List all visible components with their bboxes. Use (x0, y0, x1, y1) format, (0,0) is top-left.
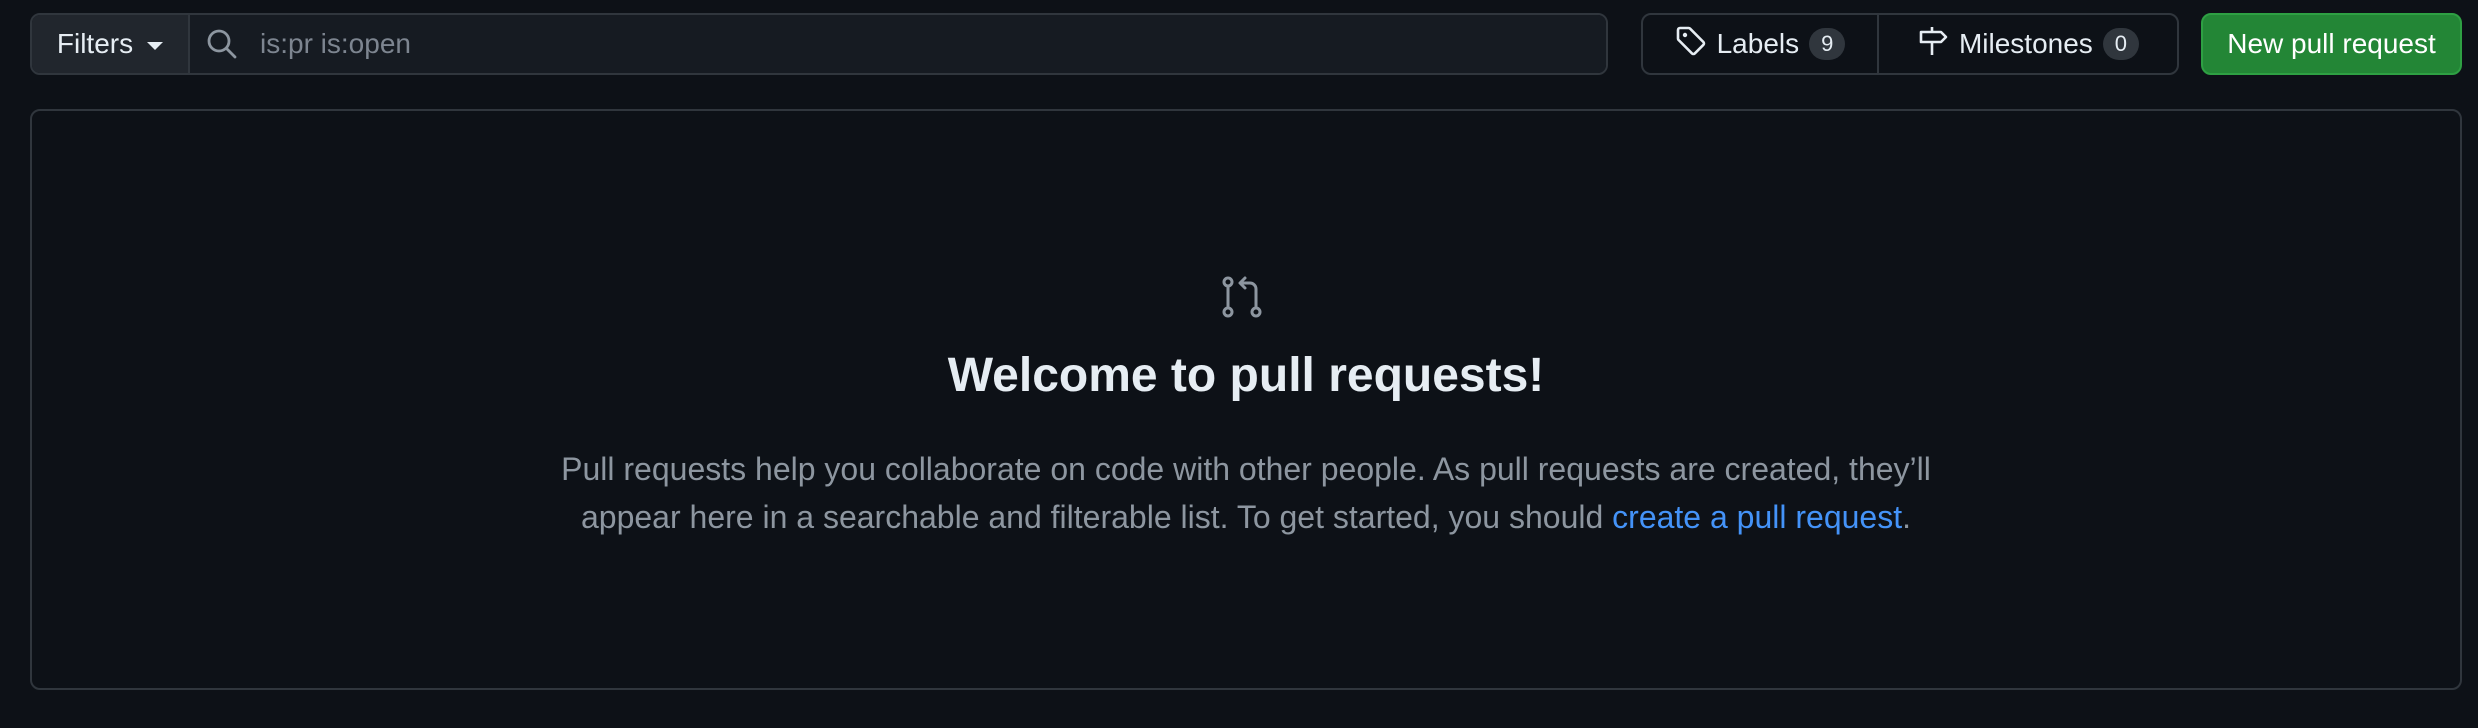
tag-icon (1675, 25, 1707, 64)
blankslate-description: Pull requests help you collaborate on co… (532, 445, 1960, 541)
blankslate-title: Welcome to pull requests! (947, 349, 1545, 402)
description-period: . (1902, 499, 1911, 535)
caret-down-icon (147, 42, 164, 50)
search-box[interactable] (190, 15, 1606, 73)
labels-milestones-group: Labels 9 Milestones 0 (1641, 13, 2179, 75)
filters-button[interactable]: Filters (32, 15, 190, 73)
toolbar: Filters Labels 9 Milestones 0 New pull r… (30, 13, 2462, 77)
blankslate: Welcome to pull requests! Pull requests … (30, 109, 2462, 690)
labels-label: Labels (1716, 28, 1800, 59)
milestone-icon (1917, 25, 1949, 64)
milestones-button[interactable]: Milestones 0 (1879, 15, 2177, 73)
labels-button[interactable]: Labels 9 (1643, 15, 1879, 73)
filter-search-group: Filters (30, 13, 1608, 75)
create-pull-request-link[interactable]: create a pull request (1612, 499, 1902, 535)
milestones-label: Milestones (1958, 28, 2093, 59)
search-icon (206, 28, 238, 60)
labels-count-badge: 9 (1809, 28, 1846, 60)
search-input[interactable] (258, 27, 1562, 61)
git-pull-request-icon (1218, 273, 1266, 321)
milestones-count-badge: 0 (2102, 28, 2140, 60)
filters-label: Filters (56, 28, 134, 59)
new-pull-request-button[interactable]: New pull request (2201, 13, 2462, 75)
